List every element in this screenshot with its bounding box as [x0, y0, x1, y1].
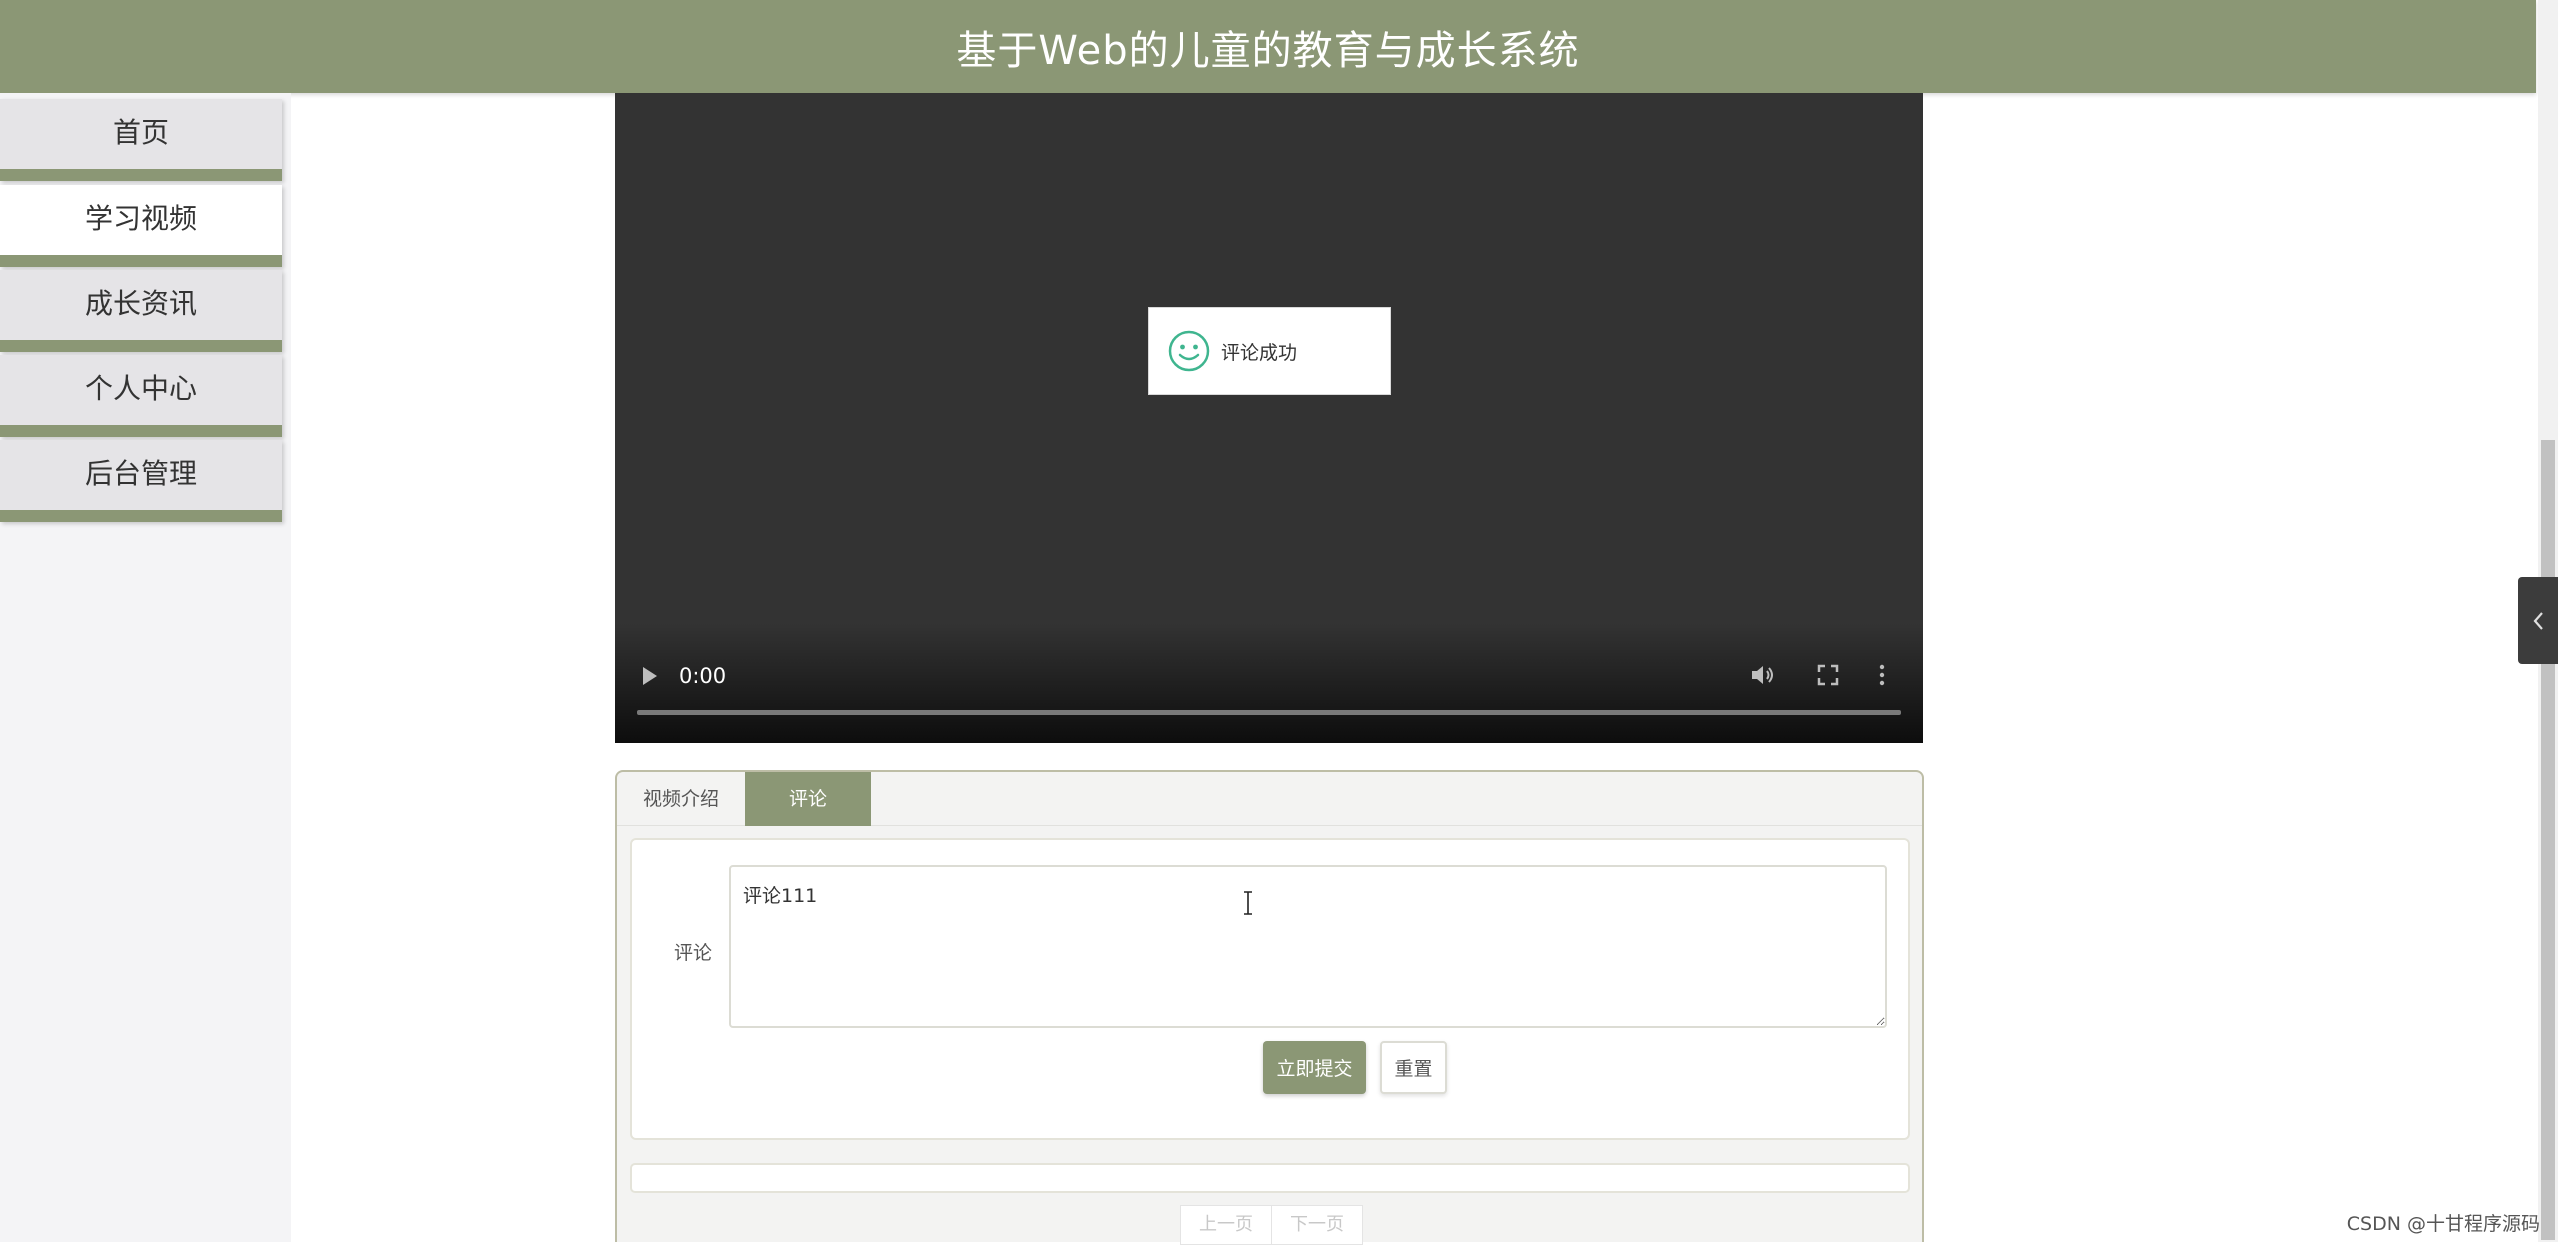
text-cursor-icon: [1241, 890, 1255, 916]
sidebar-item-label: 个人中心: [0, 355, 282, 423]
submit-button[interactable]: 立即提交: [1263, 1041, 1366, 1094]
video-player[interactable]: 0:00: [615, 93, 1923, 743]
smile-icon: [1167, 329, 1211, 373]
reset-button[interactable]: 重置: [1380, 1041, 1447, 1094]
pagination: 上一页 下一页: [1180, 1205, 1363, 1245]
sidebar-item-admin[interactable]: 后台管理: [0, 440, 282, 522]
tab-video-intro[interactable]: 视频介绍: [617, 772, 745, 826]
sidebar-item-label: 学习视频: [0, 185, 282, 253]
success-toast: 评论成功: [1148, 307, 1391, 395]
page-title: 基于Web的儿童的教育与成长系统: [956, 18, 1579, 76]
sidebar-item-personal-center[interactable]: 个人中心: [0, 355, 282, 437]
sidebar-item-growth-news[interactable]: 成长资讯: [0, 270, 282, 352]
toast-message: 评论成功: [1221, 338, 1297, 365]
sidebar-nav: 首页 学习视频 成长资讯 个人中心 后台管理: [0, 93, 291, 1242]
next-page-button[interactable]: 下一页: [1272, 1205, 1363, 1245]
tab-bar: 视频介绍 评论: [617, 772, 1922, 826]
side-panel-toggle[interactable]: [2518, 577, 2558, 664]
comment-form: 评论 评论111 立即提交 重置: [630, 838, 1910, 1140]
sidebar-item-label: 首页: [0, 99, 282, 167]
scrollbar-thumb[interactable]: [2541, 440, 2555, 1240]
sidebar-item-underline: [0, 169, 282, 181]
volume-icon[interactable]: [1750, 663, 1776, 687]
video-progress-bar[interactable]: [637, 710, 1901, 715]
fullscreen-icon[interactable]: [1816, 663, 1840, 687]
video-controls-shade: [615, 623, 1923, 743]
sidebar-item-learning-videos[interactable]: 学习视频: [0, 185, 282, 267]
sidebar-item-label: 成长资讯: [0, 270, 282, 338]
comment-textarea[interactable]: 评论111: [729, 865, 1887, 1028]
comment-field-label: 评论: [674, 938, 712, 965]
sidebar-item-underline: [0, 340, 282, 352]
video-current-time: 0:00: [679, 664, 726, 688]
sidebar-item-underline: [0, 425, 282, 437]
prev-page-button[interactable]: 上一页: [1180, 1205, 1272, 1245]
video-detail-panel: 视频介绍 评论 评论 评论111 立即提交 重置 上一页 下一页: [615, 770, 1924, 1242]
tab-comment[interactable]: 评论: [745, 772, 871, 826]
comment-list: [630, 1163, 1910, 1193]
more-icon[interactable]: [1877, 663, 1887, 687]
play-icon[interactable]: [643, 667, 657, 685]
sidebar-item-label: 后台管理: [0, 440, 282, 508]
sidebar-item-underline: [0, 255, 282, 267]
watermark: CSDN @十甘程序源码: [2347, 1209, 2540, 1236]
chevron-left-icon: [2531, 610, 2545, 632]
app-header: 基于Web的儿童的教育与成长系统: [0, 0, 2536, 93]
sidebar-item-home[interactable]: 首页: [0, 99, 282, 181]
sidebar-item-underline: [0, 510, 282, 522]
